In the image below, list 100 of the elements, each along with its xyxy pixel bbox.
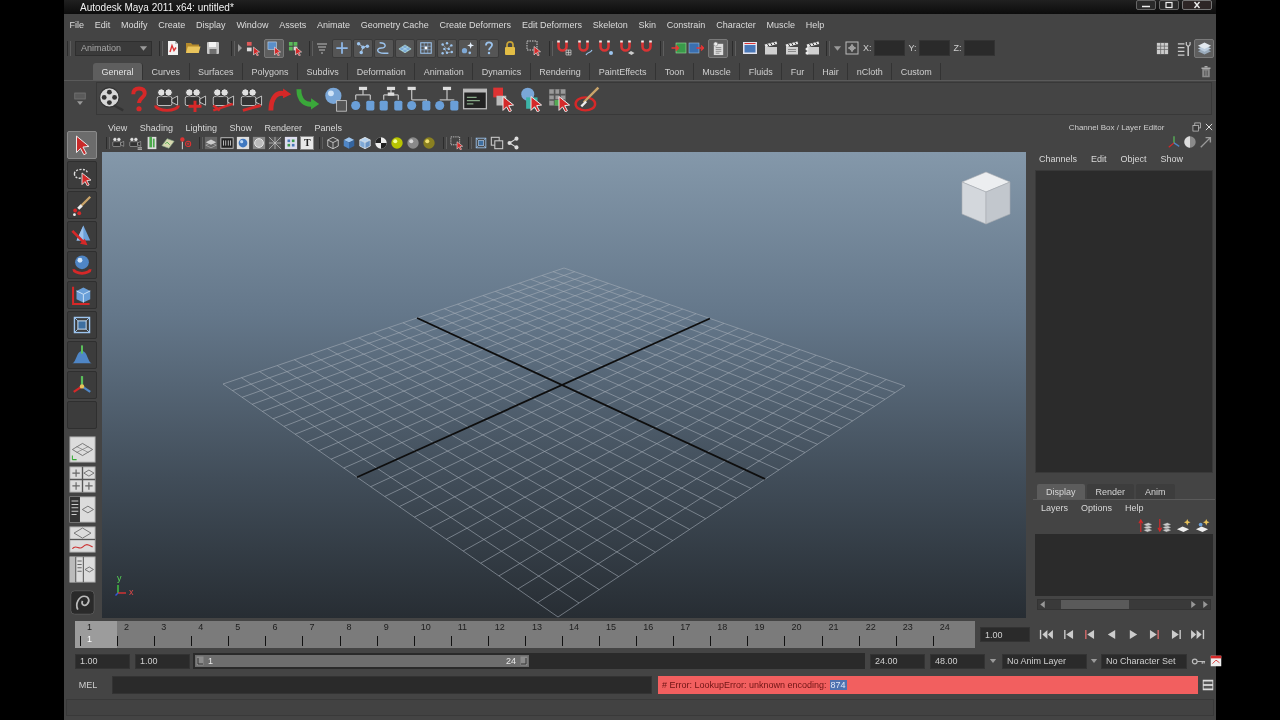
menu-item[interactable]: Show — [1160, 153, 1184, 164]
menu-item[interactable]: Edit Deformers — [516, 20, 588, 30]
menu-item[interactable]: Skeleton — [587, 20, 634, 30]
sphere-icon[interactable] — [406, 136, 421, 150]
menu-item[interactable]: Object — [1120, 153, 1147, 164]
camera-icon[interactable] — [111, 136, 126, 150]
playback-start-field[interactable]: 1.00 — [135, 653, 190, 669]
layer-star-icon[interactable] — [1176, 517, 1191, 533]
skip-to-end-icon[interactable] — [1190, 629, 1206, 640]
history-toggle-button[interactable] — [708, 38, 728, 58]
snap-toggle-button[interactable] — [437, 38, 457, 58]
caret-right-icon[interactable] — [237, 43, 243, 53]
caret-icon[interactable] — [989, 658, 997, 664]
sphere-cube-icon[interactable] — [518, 85, 544, 112]
mel-toggle[interactable]: MEL — [66, 676, 110, 694]
clapperboard-icon[interactable] — [762, 40, 779, 56]
stacked-planes-icon[interactable] — [204, 136, 219, 150]
shelf-tab[interactable]: Toon — [656, 63, 694, 80]
shelf-tab[interactable]: Subdivs — [298, 63, 349, 80]
skip-to-start-icon[interactable] — [1039, 629, 1055, 640]
menu-item[interactable]: Layers — [1041, 503, 1068, 513]
shelf-tab[interactable]: Dynamics — [473, 63, 531, 80]
menu-item[interactable]: Options — [1081, 503, 1113, 513]
current-time-field[interactable]: 1.00 — [980, 627, 1030, 642]
layer-tab[interactable]: Render — [1086, 484, 1135, 499]
layers-down-arrow-icon[interactable] — [1157, 517, 1172, 533]
sphere-icon[interactable] — [236, 136, 251, 150]
shelf-tab[interactable]: Polygons — [243, 63, 299, 80]
share-nodes-icon[interactable] — [506, 136, 521, 150]
coordinate-input-field[interactable] — [963, 40, 995, 56]
stacked-lines-icon[interactable] — [314, 40, 330, 56]
command-input-field[interactable] — [112, 676, 652, 694]
layer-tab[interactable]: Anim — [1136, 484, 1175, 499]
four-pane-icon[interactable] — [68, 465, 96, 493]
menu-item[interactable]: Help — [800, 20, 830, 30]
square-arrow-out-icon[interactable] — [687, 40, 704, 56]
barred-frame-icon[interactable] — [220, 136, 235, 150]
shelf-tab[interactable]: Fluids — [740, 63, 783, 80]
close-icon[interactable] — [1182, 0, 1212, 10]
shelf-tab[interactable]: Curves — [143, 63, 190, 80]
scrollbar[interactable] — [1037, 599, 1211, 610]
shaded-cube-icon[interactable] — [342, 136, 357, 150]
menu-item[interactable]: Skin — [633, 20, 662, 30]
window-icon[interactable] — [741, 40, 758, 56]
glyph-button[interactable]: T — [300, 136, 315, 150]
sphere-icon[interactable] — [422, 136, 437, 150]
tool-button[interactable] — [67, 161, 97, 189]
menu-item[interactable]: Help — [1125, 503, 1144, 513]
shelf-tab[interactable]: Surfaces — [189, 63, 244, 80]
shelf-tab[interactable]: Muscle — [693, 63, 741, 80]
range-slider-bar[interactable]: 1 24 — [195, 655, 529, 667]
menu-item[interactable]: Panels — [314, 122, 342, 133]
caret-icon[interactable] — [833, 44, 842, 52]
snap-toggle-button[interactable] — [332, 38, 352, 58]
wireframe-cube-icon[interactable] — [326, 136, 341, 150]
calendar-icon[interactable] — [1209, 654, 1223, 668]
trash-icon[interactable] — [1200, 65, 1212, 78]
clapperboard-lines-icon[interactable] — [783, 40, 800, 56]
pin-icon[interactable] — [178, 136, 193, 150]
window-panes-icon[interactable] — [1201, 678, 1215, 692]
tool-button[interactable] — [67, 191, 97, 219]
menu-item[interactable]: Channels — [1039, 153, 1078, 164]
cube-outline-icon[interactable] — [474, 136, 489, 150]
node-hierarchy-icon[interactable] — [406, 85, 432, 112]
start-time-field[interactable]: 1.00 — [75, 653, 130, 669]
layer-tab[interactable]: Display — [1037, 484, 1085, 499]
maximize-icon[interactable] — [1159, 0, 1179, 10]
time-slider[interactable]: 1 1 2 3 4 5 6 7 8 9 10 11 12 13 14 15 16 17 18 19 20 21 22 23 24 — [75, 621, 975, 648]
handle-icon[interactable] — [196, 656, 204, 666]
menu-item[interactable]: Assets — [273, 20, 312, 30]
view-cube-icon[interactable] — [960, 170, 1012, 226]
range-slider-track[interactable]: 1 24 — [193, 653, 865, 669]
tool-button[interactable] — [67, 341, 97, 369]
layer-circle-star-icon[interactable] — [1195, 517, 1210, 533]
selection-mode-button[interactable] — [264, 38, 284, 58]
node-hierarchy-icon[interactable] — [350, 85, 376, 112]
menu-item[interactable]: Show — [229, 122, 252, 133]
magnet-dot-icon[interactable] — [597, 40, 614, 56]
wire-shaded-cube-icon[interactable] — [358, 136, 373, 150]
shelf-tab[interactable]: Rendering — [530, 63, 591, 80]
three-column-icon[interactable] — [68, 555, 96, 583]
node-hierarchy-icon[interactable] — [378, 85, 404, 112]
end-time-field[interactable]: 48.00 — [930, 653, 985, 669]
playback-end-field[interactable]: 24.00 — [870, 653, 925, 669]
snap-toggle-button[interactable] — [395, 38, 415, 58]
panel-toggle-button[interactable] — [1194, 38, 1214, 58]
magnet-curve-icon[interactable] — [576, 40, 593, 56]
menu-item[interactable]: Geometry Cache — [355, 20, 435, 30]
tool-button[interactable] — [67, 281, 97, 309]
node-hierarchy-icon[interactable] — [434, 85, 460, 112]
film-reel-icon[interactable] — [98, 85, 124, 112]
character-set-field[interactable]: No Character Set — [1101, 653, 1187, 669]
float-window-icon[interactable] — [1192, 122, 1202, 132]
menu-item[interactable]: Window — [231, 20, 274, 30]
document-icon[interactable] — [165, 40, 181, 56]
shelf-tab[interactable]: Fur — [782, 63, 814, 80]
snap-toggle-button[interactable] — [374, 38, 394, 58]
handle-icon[interactable] — [520, 656, 528, 666]
snap-toggle-button[interactable] — [479, 38, 499, 58]
graph-pane-icon[interactable] — [68, 525, 96, 553]
